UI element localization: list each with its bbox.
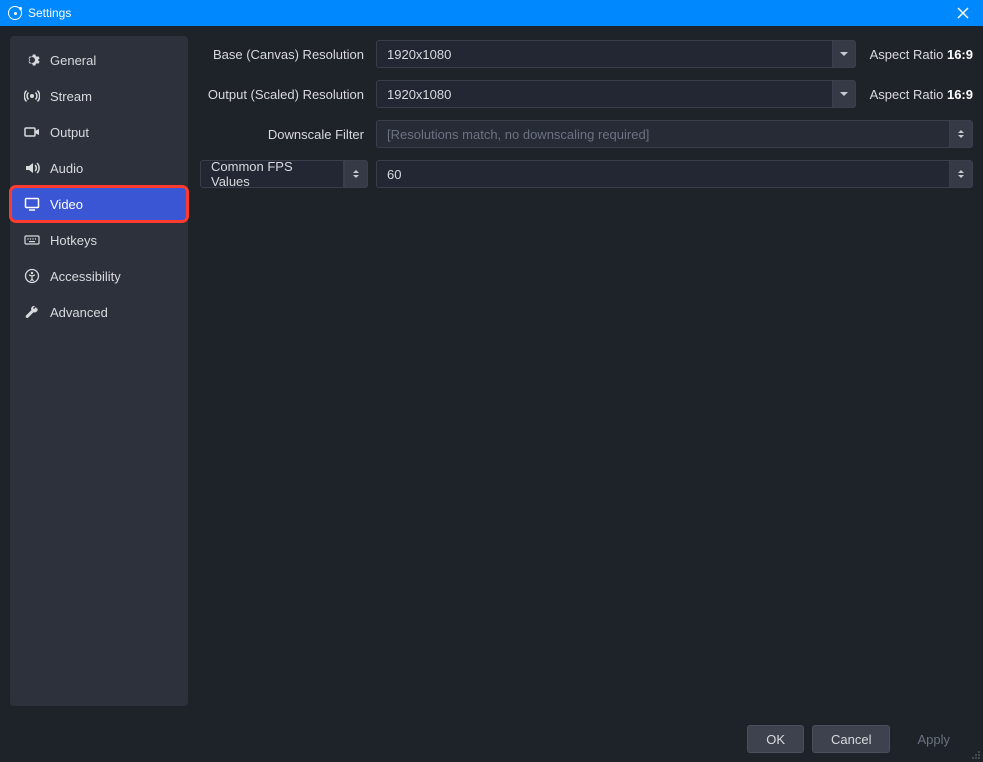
downscale-filter-label: Downscale Filter [200, 127, 368, 142]
sidebar-item-audio[interactable]: Audio [10, 150, 188, 186]
output-resolution-input[interactable] [376, 80, 832, 108]
sidebar-item-general[interactable]: General [10, 42, 188, 78]
camera-icon [24, 124, 40, 140]
fps-value-input[interactable] [376, 160, 949, 188]
sidebar-item-label: Hotkeys [50, 233, 97, 248]
sidebar-item-stream[interactable]: Stream [10, 78, 188, 114]
sidebar-item-output[interactable]: Output [10, 114, 188, 150]
output-resolution-row: Output (Scaled) Resolution Aspect Ratio … [200, 80, 973, 108]
sidebar: General Stream Output Audio Video [10, 36, 188, 706]
base-resolution-row: Base (Canvas) Resolution Aspect Ratio 16… [200, 40, 973, 68]
fps-type-combo[interactable]: Common FPS Values [200, 160, 368, 188]
sidebar-item-label: Accessibility [50, 269, 121, 284]
resize-grip-icon[interactable] [971, 750, 981, 760]
sidebar-item-label: Output [50, 125, 89, 140]
spinner-icon [958, 130, 964, 138]
titlebar: Settings [0, 0, 983, 26]
chevron-down-icon [840, 92, 848, 96]
fps-type-label: Common FPS Values [200, 160, 344, 188]
sidebar-item-accessibility[interactable]: Accessibility [10, 258, 188, 294]
sidebar-item-label: Stream [50, 89, 92, 104]
spinner-icon [958, 170, 964, 178]
sidebar-item-label: General [50, 53, 96, 68]
window-title: Settings [28, 6, 71, 20]
sidebar-item-hotkeys[interactable]: Hotkeys [10, 222, 188, 258]
output-resolution-combo[interactable] [376, 80, 856, 108]
tools-icon [24, 304, 40, 320]
gear-icon [24, 52, 40, 68]
chevron-down-icon [840, 52, 848, 56]
ok-button[interactable]: OK [747, 725, 804, 753]
output-resolution-dropdown-button[interactable] [832, 80, 856, 108]
output-aspect-ratio: Aspect Ratio 16:9 [870, 87, 973, 102]
keyboard-icon [24, 232, 40, 248]
dialog-footer: OK Cancel Apply [0, 716, 983, 762]
close-button[interactable] [951, 1, 975, 25]
sidebar-item-label: Advanced [50, 305, 108, 320]
output-resolution-label: Output (Scaled) Resolution [200, 87, 368, 102]
base-resolution-dropdown-button[interactable] [832, 40, 856, 68]
spinner-icon [353, 170, 359, 178]
fps-type-spinner[interactable] [344, 160, 368, 188]
close-icon [957, 7, 969, 19]
downscale-filter-combo[interactable] [376, 120, 973, 148]
speaker-icon [24, 160, 40, 176]
downscale-filter-input [376, 120, 949, 148]
sidebar-item-label: Audio [50, 161, 83, 176]
downscale-filter-row: Downscale Filter [200, 120, 973, 148]
sidebar-item-video[interactable]: Video [10, 186, 188, 222]
broadcast-icon [24, 88, 40, 104]
obs-app-icon [8, 6, 22, 20]
downscale-filter-spinner[interactable] [949, 120, 973, 148]
fps-value-spinner[interactable] [949, 160, 973, 188]
sidebar-item-label: Video [50, 197, 83, 212]
content-panel: Base (Canvas) Resolution Aspect Ratio 16… [200, 36, 973, 706]
titlebar-left: Settings [8, 6, 71, 20]
apply-button: Apply [898, 725, 969, 753]
base-resolution-input[interactable] [376, 40, 832, 68]
monitor-icon [24, 196, 40, 212]
fps-value-combo[interactable] [376, 160, 973, 188]
sidebar-item-advanced[interactable]: Advanced [10, 294, 188, 330]
fps-row: Common FPS Values [200, 160, 973, 188]
window-body: General Stream Output Audio Video [0, 26, 983, 716]
base-aspect-ratio: Aspect Ratio 16:9 [870, 47, 973, 62]
cancel-button[interactable]: Cancel [812, 725, 890, 753]
base-resolution-label: Base (Canvas) Resolution [200, 47, 368, 62]
base-resolution-combo[interactable] [376, 40, 856, 68]
accessibility-icon [24, 268, 40, 284]
